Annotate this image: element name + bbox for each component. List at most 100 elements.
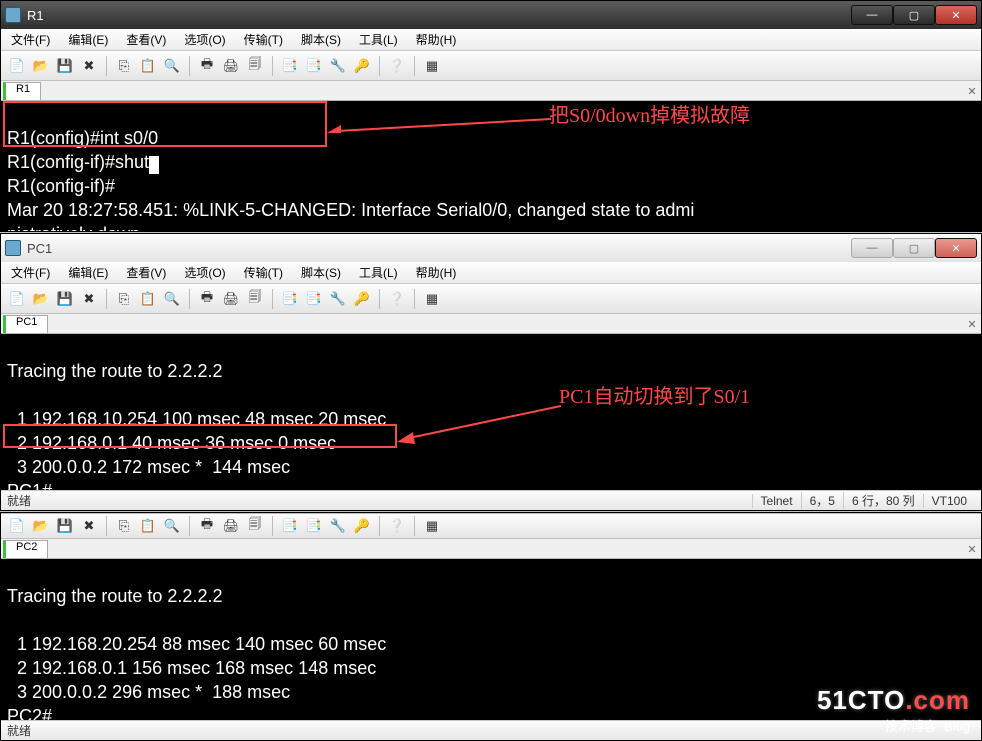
menu-tool[interactable]: 工具(L) — [355, 262, 402, 283]
tab-pc2[interactable]: PC2 — [3, 540, 48, 558]
menu-script[interactable]: 脚本(S) — [297, 29, 345, 50]
app-icon — [5, 7, 21, 23]
term-line: R1(config-if)# — [7, 176, 115, 196]
tb-save-icon[interactable]: 💾 — [55, 56, 75, 76]
tb-new-icon[interactable]: 📄 — [7, 516, 27, 536]
tb-b-icon[interactable]: 📑 — [304, 289, 324, 309]
tb-paste-icon[interactable]: 📋 — [138, 289, 158, 309]
tb-a-icon[interactable]: 📑 — [280, 289, 300, 309]
menu-option[interactable]: 选项(O) — [180, 29, 229, 50]
term-line: Tracing the route to 2.2.2.2 — [7, 361, 222, 381]
tb-print2-icon[interactable]: 🖨 — [221, 56, 241, 76]
tb-print2-icon[interactable]: 🖨 — [221, 516, 241, 536]
tb-wrench-icon[interactable]: 🔧 — [328, 516, 348, 536]
maximize-button[interactable]: ▢ — [893, 238, 935, 258]
arrow-icon — [327, 103, 551, 133]
tabstrip: R1 ✕ — [1, 81, 981, 101]
tb-print3-icon[interactable]: 🗐 — [245, 56, 265, 76]
tab-pc1[interactable]: PC1 — [3, 315, 48, 333]
separator — [379, 56, 380, 76]
close-button[interactable]: ✕ — [935, 5, 977, 25]
maximize-button[interactable]: ▢ — [893, 5, 935, 25]
close-button[interactable]: ✕ — [935, 238, 977, 258]
menu-option[interactable]: 选项(O) — [180, 262, 229, 283]
tb-print1-icon[interactable]: 🖶 — [197, 56, 217, 76]
minimize-button[interactable]: — — [851, 5, 893, 25]
term-line: PC1# — [7, 481, 52, 490]
tb-save-icon[interactable]: 💾 — [55, 516, 75, 536]
tb-close-icon[interactable]: ✖ — [79, 516, 99, 536]
tb-key-icon[interactable]: 🔑 — [352, 516, 372, 536]
toolbar: 📄 📂 💾 ✖ ⎘ 📋 🔍 🖶 🖨 🗐 📑 📑 🔧 🔑 ❔ ▦ — [1, 51, 981, 81]
tb-close-icon[interactable]: ✖ — [79, 56, 99, 76]
tb-b-icon[interactable]: 📑 — [304, 516, 324, 536]
tb-print2-icon[interactable]: 🖨 — [221, 289, 241, 309]
tb-a-icon[interactable]: 📑 — [280, 56, 300, 76]
separator — [414, 289, 415, 309]
tb-a-icon[interactable]: 📑 — [280, 516, 300, 536]
cursor-icon — [149, 156, 159, 174]
menu-view[interactable]: 查看(V) — [122, 29, 170, 50]
tb-tile-icon[interactable]: ▦ — [422, 289, 442, 309]
tb-find-icon[interactable]: 🔍 — [162, 56, 182, 76]
tb-print1-icon[interactable]: 🖶 — [197, 516, 217, 536]
tab-close-icon[interactable]: ✕ — [963, 315, 981, 333]
tb-copy-icon[interactable]: ⎘ — [114, 56, 134, 76]
menu-file[interactable]: 文件(F) — [7, 262, 54, 283]
toolbar: 📄 📂 💾 ✖ ⎘ 📋 🔍 🖶 🖨 🗐 📑 📑 🔧 🔑 ❔ ▦ — [1, 284, 981, 314]
tb-open-icon[interactable]: 📂 — [31, 516, 51, 536]
menu-help[interactable]: 帮助(H) — [412, 262, 461, 283]
tab-r1[interactable]: R1 — [3, 82, 41, 100]
tab-close-icon[interactable]: ✕ — [963, 82, 981, 100]
terminal-r1[interactable]: R1(config)#int s0/0 R1(config-if)#shut R… — [1, 101, 981, 231]
status-ready: 就绪 — [7, 492, 31, 509]
tb-print3-icon[interactable]: 🗐 — [245, 516, 265, 536]
tabstrip: PC1 ✕ — [1, 314, 981, 334]
tb-tile-icon[interactable]: ▦ — [422, 516, 442, 536]
tb-paste-icon[interactable]: 📋 — [138, 56, 158, 76]
tb-find-icon[interactable]: 🔍 — [162, 289, 182, 309]
tb-find-icon[interactable]: 🔍 — [162, 516, 182, 536]
tb-new-icon[interactable]: 📄 — [7, 289, 27, 309]
menu-script[interactable]: 脚本(S) — [297, 262, 345, 283]
tb-close-icon[interactable]: ✖ — [79, 289, 99, 309]
titlebar-pc1[interactable]: PC1 — ▢ ✕ — [1, 234, 981, 262]
tb-open-icon[interactable]: 📂 — [31, 289, 51, 309]
tb-save-icon[interactable]: 💾 — [55, 289, 75, 309]
tb-tile-icon[interactable]: ▦ — [422, 56, 442, 76]
menu-edit[interactable]: 编辑(E) — [64, 29, 112, 50]
terminal-pc2[interactable]: Tracing the route to 2.2.2.2 1 192.168.2… — [1, 559, 981, 720]
tb-paste-icon[interactable]: 📋 — [138, 516, 158, 536]
annotation-text: PC1自动切换到了S0/1 — [559, 386, 750, 408]
terminal-pc1[interactable]: Tracing the route to 2.2.2.2 1 192.168.1… — [1, 334, 981, 490]
tb-wrench-icon[interactable]: 🔧 — [328, 56, 348, 76]
tb-help-icon[interactable]: ❔ — [387, 516, 407, 536]
titlebar-r1[interactable]: R1 — ▢ ✕ — [1, 1, 981, 29]
tb-help-icon[interactable]: ❔ — [387, 289, 407, 309]
minimize-button[interactable]: — — [851, 238, 893, 258]
tb-b-icon[interactable]: 📑 — [304, 56, 324, 76]
menu-tool[interactable]: 工具(L) — [355, 29, 402, 50]
tb-open-icon[interactable]: 📂 — [31, 56, 51, 76]
menu-view[interactable]: 查看(V) — [122, 262, 170, 283]
tb-wrench-icon[interactable]: 🔧 — [328, 289, 348, 309]
menu-edit[interactable]: 编辑(E) — [64, 262, 112, 283]
tb-help-icon[interactable]: ❔ — [387, 56, 407, 76]
tb-key-icon[interactable]: 🔑 — [352, 289, 372, 309]
menu-help[interactable]: 帮助(H) — [412, 29, 461, 50]
tb-print1-icon[interactable]: 🖶 — [197, 289, 217, 309]
menu-transfer[interactable]: 传输(T) — [240, 29, 287, 50]
tb-print3-icon[interactable]: 🗐 — [245, 289, 265, 309]
annotation-text: 把S0/0down掉模拟故障 — [549, 105, 750, 127]
tb-copy-icon[interactable]: ⎘ — [114, 289, 134, 309]
term-line: Mar 20 18:27:58.451: %LINK-5-CHANGED: In… — [7, 200, 694, 220]
tb-copy-icon[interactable]: ⎘ — [114, 516, 134, 536]
tb-key-icon[interactable]: 🔑 — [352, 56, 372, 76]
window-title: PC1 — [27, 241, 52, 256]
menu-transfer[interactable]: 传输(T) — [240, 262, 287, 283]
window-pc1: PC1 — ▢ ✕ 文件(F) 编辑(E) 查看(V) 选项(O) 传输(T) … — [0, 233, 982, 511]
tb-new-icon[interactable]: 📄 — [7, 56, 27, 76]
menu-file[interactable]: 文件(F) — [7, 29, 54, 50]
tab-close-icon[interactable]: ✕ — [963, 540, 981, 558]
tabstrip: PC2 ✕ — [1, 539, 981, 559]
